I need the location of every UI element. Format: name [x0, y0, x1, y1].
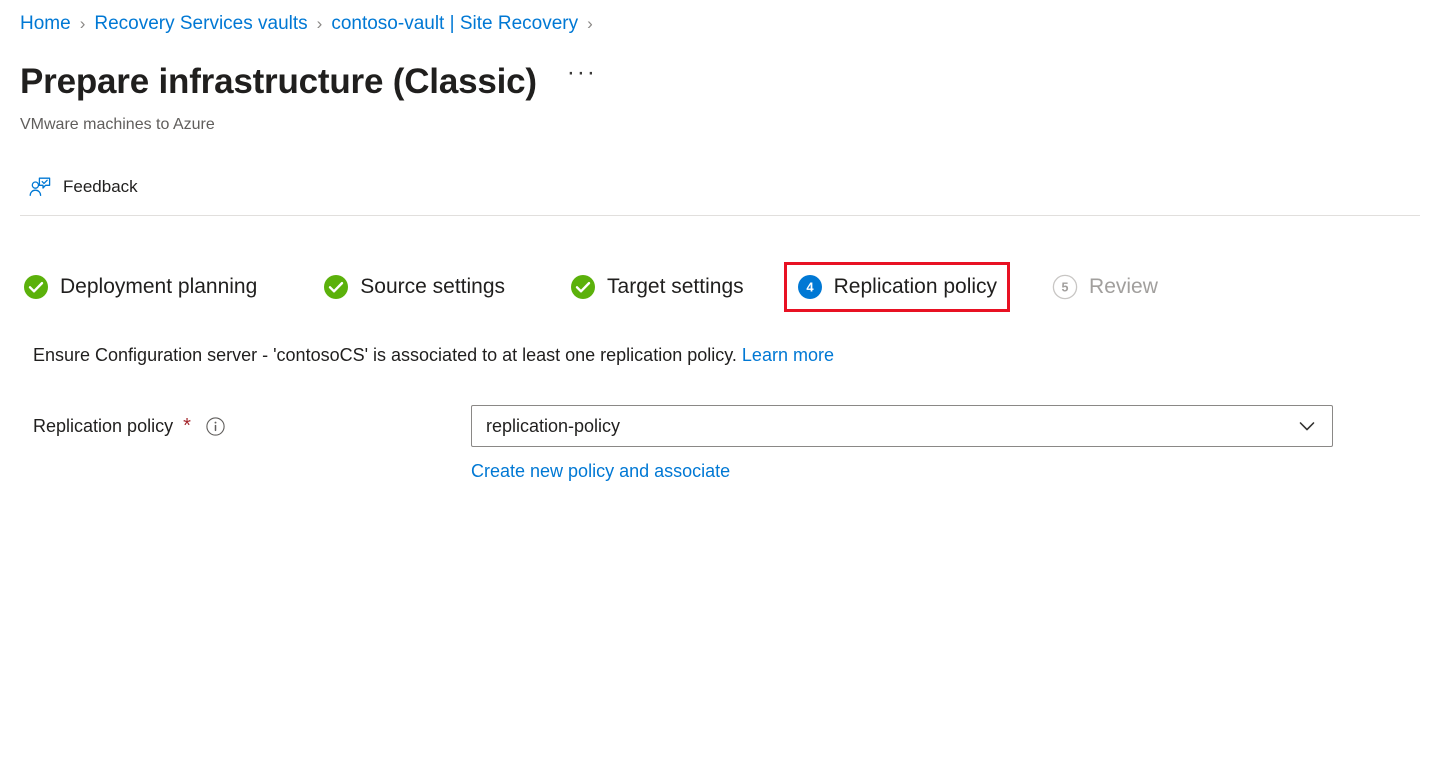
command-bar-divider: [20, 215, 1420, 216]
tab-label: Deployment planning: [60, 275, 258, 298]
check-circle-icon: [570, 274, 596, 300]
azure-portal-blade: Home › Recovery Services vaults › contos…: [0, 0, 1440, 759]
check-circle-icon: [323, 274, 349, 300]
command-bar: Feedback: [20, 168, 148, 206]
breadcrumb-item-contoso-vault[interactable]: contoso-vault | Site Recovery: [331, 10, 578, 38]
page-title: Prepare infrastructure (Classic): [20, 62, 537, 101]
feedback-button[interactable]: Feedback: [20, 169, 148, 205]
instruction-text-row: Ensure Configuration server - 'contosoCS…: [33, 343, 834, 367]
wizard-step-tabs: Deployment planning Source settings Targ…: [20, 258, 1171, 316]
learn-more-link[interactable]: Learn more: [742, 345, 834, 365]
chevron-down-icon: [1296, 415, 1318, 437]
tab-target-settings[interactable]: Target settings: [557, 262, 757, 312]
page-subtitle: VMware machines to Azure: [20, 116, 215, 133]
tab-replication-policy[interactable]: 4 Replication policy: [783, 262, 1011, 312]
feedback-person-icon: [28, 175, 52, 199]
replication-policy-control: replication-policy Create new policy and…: [471, 405, 1333, 482]
tab-review[interactable]: 5 Review: [1039, 262, 1171, 312]
breadcrumb-item-recovery-services-vaults[interactable]: Recovery Services vaults: [94, 10, 307, 38]
replication-policy-form-row: Replication policy * replication-policy: [33, 405, 1333, 482]
replication-policy-label: Replication policy: [33, 416, 174, 436]
breadcrumb: Home › Recovery Services vaults › contos…: [20, 10, 602, 38]
tab-label: Source settings: [360, 275, 506, 298]
info-circle-icon[interactable]: [199, 416, 225, 436]
svg-text:5: 5: [1062, 280, 1069, 294]
create-new-policy-link[interactable]: Create new policy and associate: [471, 460, 730, 482]
required-indicator: *: [183, 415, 191, 437]
instruction-text: Ensure Configuration server - 'contosoCS…: [33, 345, 737, 365]
number-circle-icon: 4: [797, 274, 823, 300]
tab-label: Replication policy: [833, 275, 998, 298]
feedback-button-label: Feedback: [63, 177, 138, 196]
breadcrumb-separator-icon: ›: [79, 14, 86, 33]
breadcrumb-separator-icon: ›: [587, 14, 593, 33]
title-row: Prepare infrastructure (Classic) ···: [20, 57, 603, 107]
breadcrumb-item-home[interactable]: Home: [20, 10, 71, 38]
replication-policy-selected-value: replication-policy: [486, 416, 621, 436]
number-circle-icon: 5: [1052, 274, 1078, 300]
breadcrumb-separator-icon: ›: [316, 14, 323, 33]
svg-text:4: 4: [806, 280, 814, 295]
tab-label: Review: [1089, 275, 1158, 298]
replication-policy-dropdown[interactable]: replication-policy: [471, 405, 1333, 447]
more-options-icon[interactable]: ···: [561, 59, 603, 93]
tab-label: Target settings: [607, 275, 744, 298]
replication-policy-label-group: Replication policy *: [33, 405, 471, 447]
tab-deployment-planning[interactable]: Deployment planning: [10, 262, 270, 312]
tab-source-settings[interactable]: Source settings: [310, 262, 518, 312]
check-circle-icon: [23, 274, 49, 300]
